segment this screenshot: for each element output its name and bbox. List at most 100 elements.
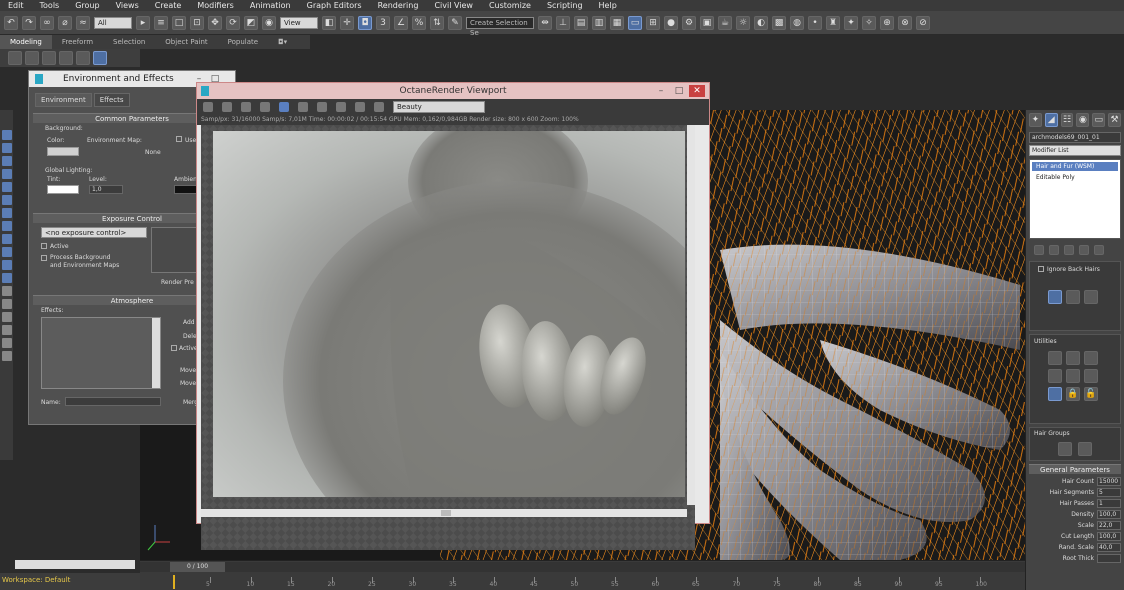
timeline-settings-icon[interactable] — [150, 575, 160, 585]
utility-icon-5[interactable] — [1066, 369, 1080, 383]
select-object-icon[interactable]: ▸ — [136, 15, 150, 30]
sort-icon[interactable] — [1, 299, 12, 309]
ribbon-tool-icon-3[interactable] — [42, 51, 56, 65]
octane-render-canvas[interactable] — [201, 125, 695, 550]
time-slider-track[interactable]: 0 / 100 — [140, 562, 1025, 572]
place-icon[interactable]: ◉ — [262, 15, 276, 30]
scale-icon[interactable]: ◩ — [244, 15, 258, 30]
delete-button[interactable]: Dele — [183, 333, 197, 340]
snaps-toggle-icon[interactable]: 3 — [376, 15, 390, 30]
tab-modeling[interactable]: Modeling — [0, 35, 52, 49]
level-spinner[interactable]: 1,0 — [89, 185, 123, 194]
background-color-swatch[interactable] — [47, 147, 79, 156]
container-icon[interactable] — [1, 247, 12, 257]
octane-close-icon[interactable]: ✕ — [689, 85, 705, 97]
material-editor-icon[interactable]: ● — [664, 15, 678, 30]
octane-stop-icon[interactable] — [241, 102, 251, 112]
octane-minimize-icon[interactable]: – — [655, 85, 667, 97]
render-pass-dropdown[interactable]: Beauty — [393, 101, 485, 113]
octane-send-scene-icon[interactable] — [203, 102, 213, 112]
move-icon[interactable]: ✥ — [208, 15, 222, 30]
find-icon[interactable] — [1, 312, 12, 322]
bind-spacewarp-icon[interactable]: ≈ — [76, 15, 90, 30]
tab-populate[interactable]: Populate — [218, 35, 268, 49]
toggle-scene-explorer-icon[interactable]: ▤ — [574, 15, 588, 30]
octane-hscroll-thumb[interactable] — [441, 510, 451, 516]
menu-item-graph-editors[interactable]: Graph Editors — [299, 0, 370, 11]
menu-item-modifiers[interactable]: Modifiers — [189, 0, 242, 11]
shape-icon[interactable] — [1, 143, 12, 153]
modifier-stack-item[interactable]: Editable Poly — [1032, 173, 1118, 182]
redo-icon[interactable]: ↷ — [22, 15, 36, 30]
effects-list[interactable] — [41, 317, 161, 389]
utility-icon-7[interactable] — [1048, 387, 1062, 401]
create-object-icon[interactable] — [1, 130, 12, 140]
tab-freeform[interactable]: Freeform — [52, 35, 103, 49]
layer-icon[interactable] — [1, 234, 12, 244]
remove-modifier-icon[interactable] — [1079, 245, 1089, 255]
select-manipulate-icon[interactable]: ✛ — [340, 15, 354, 30]
octane-clay-icon[interactable] — [355, 102, 365, 112]
window-crossing-icon[interactable]: ⊡ — [190, 15, 204, 30]
menu-item-civil-view[interactable]: Civil View — [426, 0, 481, 11]
make-unique-icon[interactable] — [1064, 245, 1074, 255]
env-map-button[interactable]: None — [145, 149, 161, 156]
select-hair-tool-icon[interactable] — [1048, 290, 1062, 304]
param-spinner[interactable] — [1097, 554, 1121, 563]
tab-selection[interactable]: Selection — [103, 35, 155, 49]
display-tab-icon[interactable]: ▭ — [1092, 113, 1106, 127]
menu-item-create[interactable]: Create — [147, 0, 190, 11]
tab-object-paint[interactable]: Object Paint — [155, 35, 217, 49]
motion-tab-icon[interactable]: ◉ — [1076, 113, 1090, 127]
modify-tab-icon[interactable]: ◢ — [1044, 113, 1058, 127]
render-iterative-icon[interactable]: ☼ — [736, 15, 750, 30]
utility-icon-2[interactable] — [1066, 351, 1080, 365]
octane-viewport-icon[interactable]: ⊗ — [898, 15, 912, 30]
effects-scrollbar[interactable] — [152, 318, 160, 388]
octane-titlebar[interactable]: OctaneRender Viewport – □ ✕ — [197, 83, 709, 99]
menu-item-scripting[interactable]: Scripting — [539, 0, 591, 11]
ignore-back-hairs-checkbox[interactable] — [1038, 266, 1044, 272]
light-icon[interactable] — [1, 156, 12, 166]
octane-lock-icon[interactable] — [374, 102, 384, 112]
percent-snap-icon[interactable]: % — [412, 15, 426, 30]
modifier-list-dropdown[interactable]: Modifier List — [1029, 145, 1121, 156]
xref-icon[interactable] — [1, 260, 12, 270]
param-spinner[interactable]: 22,0 — [1097, 521, 1121, 530]
menu-item-rendering[interactable]: Rendering — [370, 0, 427, 11]
add-button[interactable]: Add — [183, 319, 195, 326]
menu-item-animation[interactable]: Animation — [242, 0, 299, 11]
time-slider-thumb[interactable]: 0 / 100 — [170, 562, 225, 572]
hair-group-icon-2[interactable] — [1078, 442, 1092, 456]
activeshade-icon[interactable]: ◐ — [754, 15, 768, 30]
reference-coord-dropdown[interactable]: View — [280, 16, 318, 29]
link-icon[interactable]: ∞ — [40, 15, 54, 30]
utility-icon-6[interactable] — [1084, 369, 1098, 383]
schematic-view-icon[interactable]: ⊞ — [646, 15, 660, 30]
octane-region-icon[interactable] — [279, 102, 289, 112]
hide-icon[interactable] — [1, 351, 12, 361]
curve-editor-icon[interactable]: ▭ — [628, 15, 642, 30]
unlock-icon[interactable]: 🔓 — [1084, 387, 1098, 401]
timeline[interactable]: 0 / 100 5 10 15 20 25 30 35 40 45 50 55 60 65 70 75 80 8… — [140, 560, 1025, 590]
comb-tool-icon[interactable] — [1066, 290, 1080, 304]
move-down-button[interactable]: Move — [180, 380, 196, 387]
param-spinner[interactable]: 5 — [1097, 488, 1121, 497]
ribbon-toggle-icon[interactable]: ▦ — [610, 15, 624, 30]
general-params-header[interactable]: General Parameters — [1029, 464, 1121, 474]
hierarchy-tab-icon[interactable]: ☷ — [1060, 113, 1074, 127]
param-spinner[interactable]: 100,0 — [1097, 532, 1121, 541]
ribbon-options-icon[interactable]: ◘▾ — [268, 35, 297, 49]
move-up-button[interactable]: Move — [180, 367, 196, 374]
helper-icon[interactable] — [1, 182, 12, 192]
utility-icon-4[interactable] — [1048, 369, 1062, 383]
effect-name-input[interactable] — [65, 397, 161, 406]
octane-settings-icon[interactable]: • — [808, 15, 822, 30]
octane-vertical-scrollbar[interactable] — [687, 125, 695, 505]
octane-render-icon[interactable]: ◍ — [790, 15, 804, 30]
spacewarp-icon[interactable] — [1, 195, 12, 205]
modifier-stack[interactable]: Hair and Fur (WSM) Editable Poly — [1029, 159, 1121, 239]
configure-modifier-sets-icon[interactable] — [1094, 245, 1104, 255]
render-frame-icon[interactable]: ▩ — [772, 15, 786, 30]
param-spinner[interactable]: 40,0 — [1097, 543, 1121, 552]
